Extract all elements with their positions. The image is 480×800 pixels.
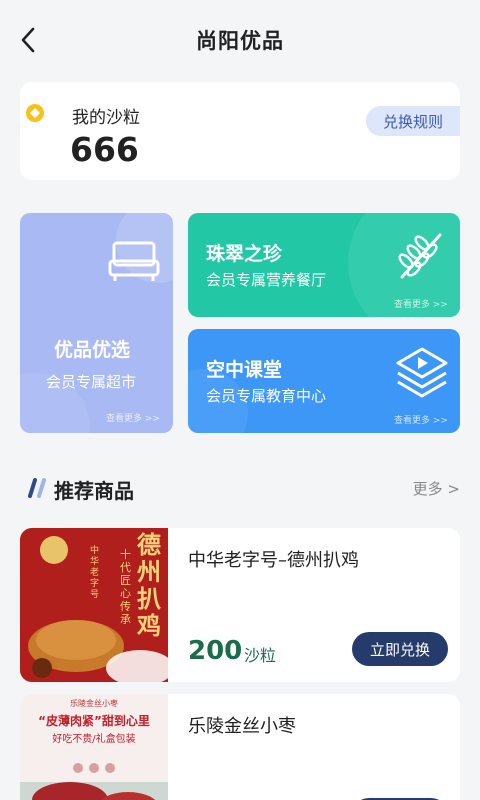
chevron-left-icon — [21, 27, 35, 53]
top-bar: 尚阳优品 — [0, 0, 480, 80]
recommend-section-header: 推荐商品 更多 > — [20, 472, 460, 504]
coin-icon — [26, 104, 44, 122]
section-title: 推荐商品 — [54, 479, 134, 503]
product-price: 200 — [188, 636, 243, 666]
tile-subtitle: 会员专属超市 — [46, 373, 137, 391]
redeem-button[interactable]: 立即兑换 — [352, 632, 448, 666]
wheat-icon — [398, 233, 442, 279]
tile-more-link[interactable]: 查看更多 >> — [394, 413, 448, 426]
product-image-brand: 德州扒鸡 — [137, 531, 161, 640]
back-button[interactable] — [10, 22, 46, 58]
exchange-rules-button[interactable]: 兑换规则 — [366, 106, 460, 136]
tile-more-link[interactable]: 查看更多 >> — [106, 411, 160, 424]
tile-jade-treasure[interactable]: 珠翠之珍 会员专属营养餐厅 查看更多 >> — [188, 213, 460, 317]
product-name: 乐陵金丝小枣 — [188, 716, 296, 737]
product-image-slogan: 十代匠心传承 — [120, 548, 131, 626]
points-label: 我的沙粒 — [72, 108, 140, 128]
video-course-icon — [396, 347, 448, 398]
section-marker-icon — [28, 478, 46, 498]
bed-icon — [108, 241, 160, 281]
page-title: 尚阳优品 — [196, 29, 284, 53]
product-price-unit: 沙粒 — [244, 646, 277, 665]
product-image-tag: 中华老字号 — [90, 546, 100, 600]
product-name: 中华老字号–德州扒鸡 — [188, 550, 359, 571]
product-card[interactable]: 乐陵金丝小枣 “皮薄肉紧”甜到心里 好吃不贵/礼盒包装 乐陵金丝小枣 — [20, 694, 460, 800]
tile-subtitle: 会员专属教育中心 — [206, 387, 327, 405]
tile-title: 优品优选 — [54, 339, 131, 361]
product-image-top: 乐陵金丝小枣 — [70, 699, 118, 708]
more-link[interactable]: 更多 > — [413, 478, 460, 499]
product-image-headline: “皮薄肉紧”甜到心里 — [38, 714, 150, 728]
product-image — [20, 694, 168, 800]
product-card[interactable]: 德州扒鸡 十代匠心传承 中华老字号 中华老字号–德州扒鸡 200 沙粒 立即兑换 — [20, 528, 460, 682]
tile-title: 珠翠之珍 — [206, 243, 283, 265]
points-value: 666 — [70, 130, 139, 169]
tile-air-classroom[interactable]: 空中课堂 会员专属教育中心 查看更多 >> — [188, 329, 460, 433]
tile-subtitle: 会员专属营养餐厅 — [206, 271, 327, 289]
product-image-sub: 好吃不贵/礼盒包装 — [52, 734, 136, 745]
tile-title: 空中课堂 — [206, 359, 283, 381]
tile-more-link[interactable]: 查看更多 >> — [394, 297, 448, 310]
tile-premium-selection[interactable]: 优品优选 会员专属超市 查看更多 >> — [20, 213, 173, 433]
